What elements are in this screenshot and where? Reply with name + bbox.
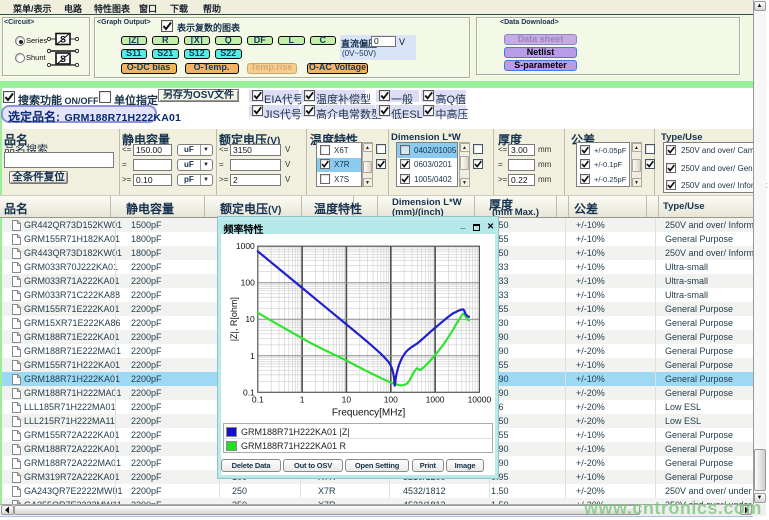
svg-text:10000: 10000 [467, 394, 491, 404]
svg-text:1000: 1000 [425, 394, 444, 404]
svg-text:1: 1 [299, 394, 304, 404]
svg-text:Frequency[MHz]: Frequency[MHz] [331, 407, 405, 418]
svg-text:10: 10 [245, 314, 255, 324]
svg-text:0.1: 0.1 [251, 394, 263, 404]
svg-text:|Z|, R[ohm]: |Z|, R[ohm] [229, 297, 239, 341]
svg-text:100: 100 [240, 278, 254, 288]
svg-text:10: 10 [341, 394, 351, 404]
svg-text:100: 100 [383, 394, 397, 404]
svg-text:1: 1 [250, 351, 255, 361]
svg-text:1000: 1000 [235, 241, 254, 251]
